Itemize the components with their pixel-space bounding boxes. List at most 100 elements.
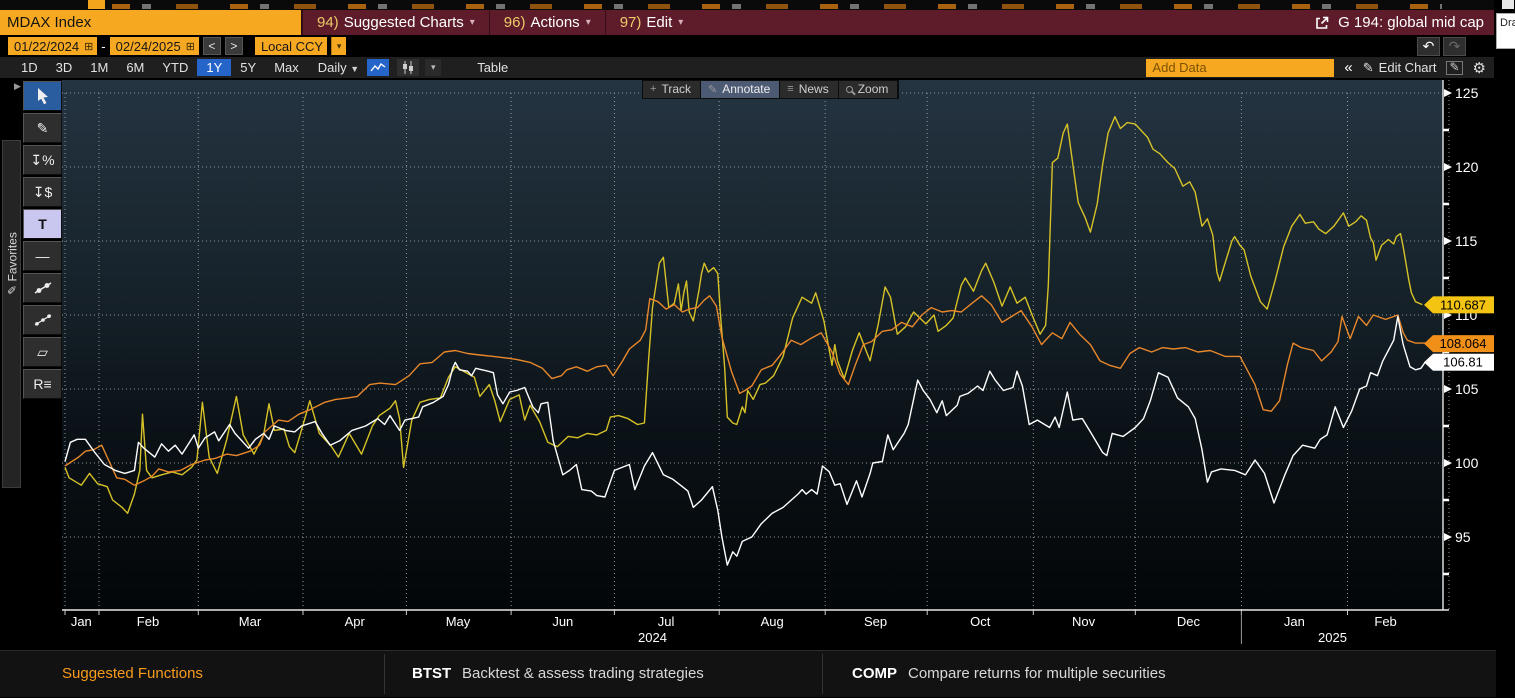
- svg-text:Nov: Nov: [1072, 614, 1096, 629]
- gear-icon[interactable]: ⚙: [1473, 59, 1486, 77]
- edit-chart-button[interactable]: ✎Edit Chart: [1363, 60, 1437, 76]
- chart-settings-icon[interactable]: ✎: [1446, 61, 1462, 75]
- next-range-button[interactable]: >: [225, 37, 243, 55]
- period-button-5y[interactable]: 5Y: [231, 59, 265, 76]
- trend-segment-tool[interactable]: [23, 305, 62, 335]
- period-button-1m[interactable]: 1M: [81, 59, 117, 76]
- menu-bar: MDAX Index 94)Suggested Charts▾96)Action…: [0, 10, 1494, 35]
- candlestick-icon: [401, 61, 415, 74]
- menu-item-edit[interactable]: 97)Edit▾: [605, 10, 698, 35]
- clipped-ticker-strip: [0, 0, 1494, 10]
- collapse-panel-button[interactable]: «: [1344, 59, 1352, 76]
- divider: [822, 654, 823, 694]
- period-button-1d[interactable]: 1D: [12, 59, 47, 76]
- prev-range-button[interactable]: <: [203, 37, 221, 55]
- chart-type-dropdown[interactable]: ▾: [425, 59, 441, 76]
- candle-chart-type-button[interactable]: [397, 59, 419, 76]
- measure-price-tool[interactable]: ↧$: [23, 177, 62, 207]
- function-desc-comp: Compare returns for multiple securities: [908, 665, 1166, 682]
- divider: [384, 654, 385, 694]
- svg-text:May: May: [446, 614, 471, 629]
- calendar-icon[interactable]: ⊞: [84, 40, 93, 53]
- currency-dropdown-arrow[interactable]: ▾: [331, 37, 346, 55]
- period-button-max[interactable]: Max: [265, 59, 308, 76]
- svg-text:106.81: 106.81: [1443, 355, 1483, 370]
- palette-expander-icon[interactable]: ▶: [14, 81, 21, 92]
- period-button-3d[interactable]: 3D: [47, 59, 82, 76]
- date-range-dash: -: [101, 39, 105, 54]
- undo-button[interactable]: ↶: [1417, 37, 1440, 56]
- favorites-label: ✎ Favorites: [6, 209, 23, 319]
- suggested-functions-bar: Suggested Functions BTST Backtest & asse…: [0, 650, 1496, 697]
- calendar-icon[interactable]: ⊞: [186, 40, 195, 53]
- regression-tool[interactable]: R≡: [23, 369, 62, 399]
- bloomberg-terminal-window: MDAX Index 94)Suggested Charts▾96)Action…: [0, 0, 1515, 698]
- annotation-tool-palette: ✎↧%↧$T— ▱R≡: [23, 81, 62, 401]
- frequency-select[interactable]: Daily ▼: [318, 60, 359, 75]
- svg-text:Oct: Oct: [970, 614, 991, 629]
- svg-text:Sep: Sep: [864, 614, 887, 629]
- currency-value: Local CCY: [261, 39, 323, 54]
- drag-tooltip-fragment: Dra: [1496, 13, 1515, 49]
- security-ticker-field[interactable]: MDAX Index: [0, 10, 302, 35]
- svg-text:105: 105: [1455, 381, 1479, 397]
- function-code-comp[interactable]: COMP: [852, 665, 897, 682]
- svg-text:Feb: Feb: [1374, 614, 1396, 629]
- svg-text:Jan: Jan: [71, 614, 92, 629]
- zoom-icon: [846, 86, 853, 93]
- annotate-icon: ✎: [708, 83, 717, 96]
- track-icon: +: [650, 83, 656, 95]
- svg-text:Aug: Aug: [761, 614, 784, 629]
- line-chart-type-button[interactable]: [367, 59, 389, 76]
- measure-percent-tool[interactable]: ↧%: [23, 145, 62, 175]
- redo-button[interactable]: ↷: [1443, 37, 1466, 56]
- channel-tool[interactable]: ▱: [23, 337, 62, 367]
- chart-region: 95100105110115120125JanFebMarAprMayJunJu…: [0, 78, 1494, 648]
- track-button[interactable]: +Track: [643, 81, 701, 98]
- view-title-group: G 194: global mid cap: [1314, 10, 1494, 35]
- external-link-icon[interactable]: [1314, 15, 1330, 31]
- add-data-input[interactable]: Add Data: [1146, 59, 1334, 77]
- function-code-btst[interactable]: BTST: [412, 665, 451, 682]
- annotate-button[interactable]: ✎Annotate: [701, 81, 780, 98]
- start-date-field[interactable]: 01/22/2024 ⊞: [8, 37, 97, 55]
- pencil-icon: ✎: [1363, 60, 1374, 76]
- svg-text:Feb: Feb: [137, 614, 159, 629]
- svg-text:125: 125: [1455, 85, 1479, 101]
- currency-select[interactable]: Local CCY: [255, 37, 327, 55]
- period-button-1y[interactable]: 1Y: [197, 59, 231, 76]
- undo-redo-group: ↶ ↷: [1417, 37, 1494, 56]
- svg-text:100: 100: [1455, 455, 1479, 471]
- suggested-functions-heading[interactable]: Suggested Functions: [62, 665, 203, 682]
- svg-text:Mar: Mar: [239, 614, 262, 629]
- favorites-strip[interactable]: ✎ Favorites: [2, 140, 21, 488]
- end-date-field[interactable]: 02/24/2025 ⊞: [110, 37, 199, 55]
- menu-item-suggested-charts[interactable]: 94)Suggested Charts▾: [302, 10, 489, 35]
- chart-toolbar: 1D3D1M6MYTD1Y5YMax Daily ▼ ▾ Table Add D…: [0, 57, 1494, 78]
- period-button-ytd[interactable]: YTD: [153, 59, 197, 76]
- window-corner-fragment: [1502, 0, 1514, 9]
- svg-text:2025: 2025: [1318, 630, 1347, 645]
- draw-pencil-tool[interactable]: ✎: [23, 113, 62, 143]
- period-buttons: 1D3D1M6MYTD1Y5YMax: [0, 59, 308, 76]
- svg-text:115: 115: [1455, 233, 1478, 249]
- svg-text:2024: 2024: [638, 630, 667, 645]
- horizontal-line-tool[interactable]: —: [23, 241, 62, 271]
- svg-text:95: 95: [1455, 529, 1471, 545]
- line-chart-icon: [370, 62, 386, 73]
- period-button-6m[interactable]: 6M: [117, 59, 153, 76]
- ticker-clipped-text: [112, 4, 1442, 9]
- end-date-value: 02/24/2025: [116, 39, 181, 54]
- chart-mode-buttons: +Track✎Annotate≡NewsZoom: [642, 80, 899, 99]
- news-button[interactable]: ≡News: [780, 81, 838, 98]
- trend-line-tool[interactable]: [23, 273, 62, 303]
- text-annotation-tool[interactable]: T: [23, 209, 62, 239]
- svg-text:110.687: 110.687: [1440, 297, 1486, 312]
- zoom-button[interactable]: Zoom: [839, 81, 899, 98]
- price-chart[interactable]: 95100105110115120125JanFebMarAprMayJunJu…: [0, 78, 1494, 648]
- cursor-tool[interactable]: [23, 81, 62, 111]
- svg-text:108.064: 108.064: [1440, 336, 1487, 351]
- menu-item-actions[interactable]: 96)Actions▾: [489, 10, 605, 35]
- table-button[interactable]: Table: [467, 59, 518, 76]
- svg-text:Dec: Dec: [1177, 614, 1201, 629]
